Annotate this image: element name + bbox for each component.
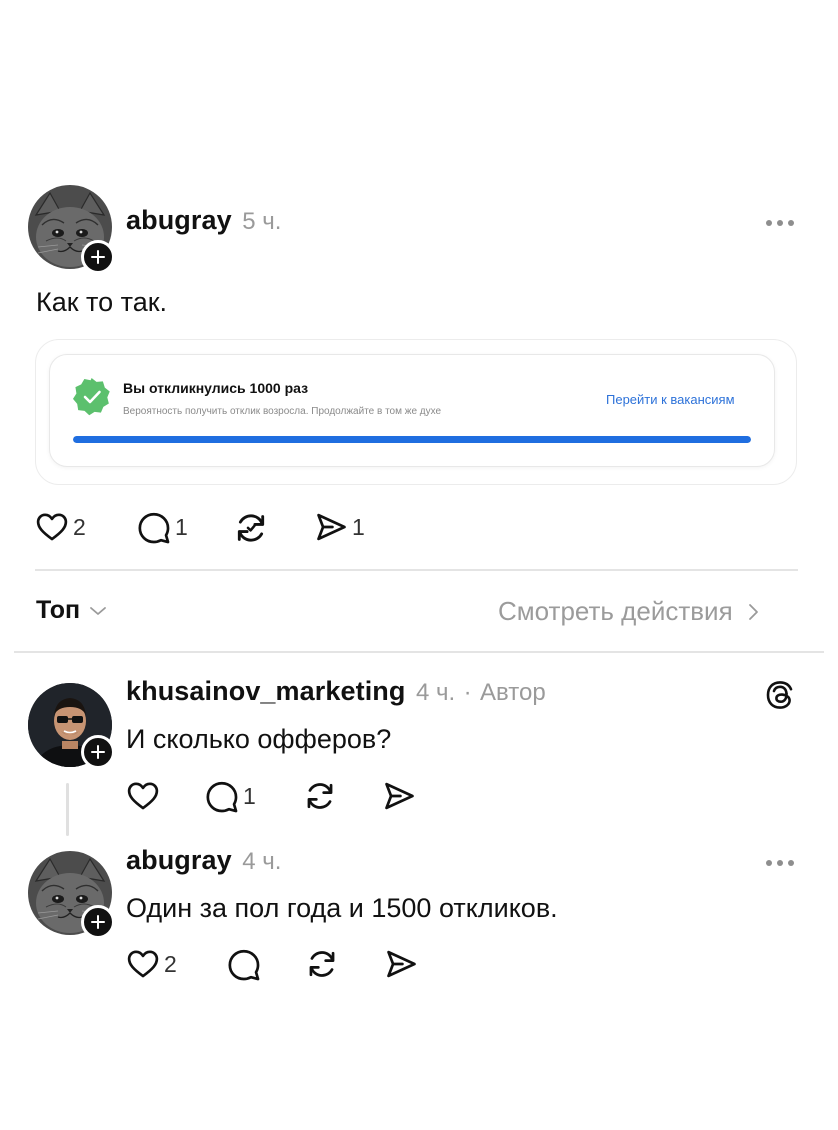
sort-label: Топ [36,596,81,624]
reply-text: Один за пол года и 1500 откликов. [126,893,558,923]
chevron-right-icon [748,603,758,620]
follow-plus-button[interactable] [81,240,115,274]
comment-button[interactable] [227,947,261,981]
repost-icon [305,947,339,981]
like-button[interactable] [126,779,160,813]
like-button[interactable]: 2 [35,510,86,544]
progress-fill [73,436,751,443]
comment-icon [227,947,261,981]
post-text: Как то так. [36,287,168,317]
repost-button[interactable] [233,510,269,546]
heart-icon [35,510,69,544]
comment-icon [137,510,171,544]
send-icon [384,947,418,981]
comment-count: 1 [243,782,256,809]
see-actions-link[interactable]: Смотреть действия [498,596,761,627]
share-button[interactable] [382,779,416,813]
reply-time: 4 ч. [415,679,456,706]
author-badge: Автор [480,679,546,706]
like-count: 2 [73,513,86,540]
heart-icon [126,779,160,813]
threads-icon[interactable] [764,679,796,711]
share-button[interactable] [384,947,418,981]
reply-text: И сколько офферов? [126,724,392,754]
like-count: 2 [164,950,177,977]
share-count: 1 [352,513,365,540]
send-icon [382,779,416,813]
follow-plus-button[interactable] [81,735,115,769]
like-button[interactable]: 2 [126,947,177,981]
progress-bar [73,436,751,443]
sort-dropdown[interactable]: Топ [36,596,108,625]
repost-button[interactable] [305,947,339,981]
post-time: 5 ч. [242,208,282,235]
repost-icon [303,779,337,813]
follow-plus-button[interactable] [81,905,115,939]
reply-header: khusainov_marketing 4 ч. · Автор [126,676,546,707]
reply-header: abugray 4 ч. [126,845,281,876]
divider [14,651,824,653]
divider [35,569,798,571]
chevron-down-icon [90,606,106,615]
send-icon [314,510,348,544]
comment-count: 1 [175,513,188,540]
more-options-button[interactable] [766,860,794,866]
reply-time: 4 ч. [242,848,282,875]
card-subtitle: Вероятность получить отклик возросла. Пр… [123,406,442,417]
username[interactable]: abugray [126,205,232,235]
separator: · [463,679,472,706]
comment-icon [205,779,239,813]
share-button[interactable]: 1 [314,510,365,544]
go-to-vacancies-link[interactable]: Перейти к вакансиям [606,392,735,407]
comment-button[interactable]: 1 [205,779,256,813]
check-badge-icon [72,377,110,416]
heart-icon [126,947,160,981]
repost-check-icon [233,510,269,546]
post-header: abugray 5 ч. [126,205,281,236]
comment-button[interactable]: 1 [137,510,188,544]
see-actions-label: Смотреть действия [498,596,733,626]
more-options-button[interactable] [766,220,794,226]
username[interactable]: abugray [126,845,232,875]
thread-line [66,783,69,836]
repost-button[interactable] [303,779,337,813]
username[interactable]: khusainov_marketing [126,676,406,706]
card-title: Вы откликнулись 1000 раз [123,380,309,396]
